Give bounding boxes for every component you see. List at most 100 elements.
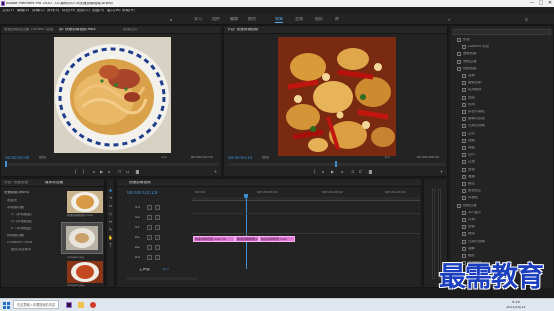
tree-team-projects[interactable]: 团队项目版本 xyxy=(11,248,31,251)
taskbar-premiere-icon[interactable] xyxy=(66,302,72,308)
effects-tree-item[interactable]: 图像控制 xyxy=(462,80,554,86)
thumbnail-3[interactable] xyxy=(67,261,103,283)
tree-drive-d[interactable]: D: (本地磁盘) xyxy=(11,220,32,223)
workspace-tab-libraries[interactable]: 库 xyxy=(335,17,339,21)
track-v3-label[interactable]: V3 xyxy=(135,206,140,210)
taskbar-search-input[interactable]: 在这里输入你要搜索的内容 xyxy=(13,300,59,309)
ripple-edit-tool-icon[interactable]: ⇔ xyxy=(108,203,113,208)
effects-tree-item[interactable]: 扭曲 xyxy=(462,95,554,101)
program-current-timecode[interactable]: 00:00:03:19 xyxy=(228,156,252,160)
effects-tree-item[interactable]: 沉浸式视频 xyxy=(462,123,554,129)
taskbar-time[interactable]: 9:16 xyxy=(512,301,520,304)
search-icon[interactable]: ⚲ xyxy=(525,17,528,22)
track-a2-label[interactable]: A2 xyxy=(135,246,140,250)
close-button[interactable]: ✕ xyxy=(546,0,554,7)
track-a3-mute[interactable] xyxy=(155,255,160,260)
pen-tool-icon[interactable]: ✎ xyxy=(108,227,113,232)
home-icon[interactable]: ⌂ xyxy=(170,17,175,22)
export-frame-icon[interactable]: ◙ xyxy=(135,169,140,174)
tab-media-browser[interactable]: 媒体浏览器 xyxy=(45,181,63,185)
menu-help[interactable]: 帮助(H) xyxy=(122,9,135,13)
tab-source[interactable]: 源: 快速剪辑视频.mp4 xyxy=(59,28,96,32)
track-v2-lock[interactable] xyxy=(147,215,152,220)
prog-step-back-icon[interactable]: ◂ xyxy=(320,169,325,174)
timeline-clip-3[interactable]: 快速剪辑视频.mp4 xyxy=(259,236,295,242)
razor-tool-icon[interactable]: ◇ xyxy=(108,211,113,216)
tree-drive-e[interactable]: E: (本地磁盘) xyxy=(11,227,32,230)
source-current-timecode[interactable]: 00:00:00:00 xyxy=(5,156,29,160)
source-resolution-select[interactable]: 1/2 xyxy=(161,156,167,160)
effects-tree-item[interactable]: 视频 xyxy=(462,138,554,144)
effects-tree-item[interactable]: 模糊与锐化 xyxy=(462,116,554,122)
track-v3-lock[interactable] xyxy=(147,205,152,210)
program-fit-select[interactable]: 适合 xyxy=(262,156,269,160)
effects-tree-item[interactable]: 溶解 xyxy=(462,246,554,252)
track-v2-eye[interactable] xyxy=(155,215,160,220)
tree-network-drives[interactable]: 网络驱动器 xyxy=(7,234,24,237)
mark-out-icon[interactable]: } xyxy=(81,169,86,174)
taskbar-browser-icon[interactable] xyxy=(90,302,96,308)
effects-tree-item[interactable]: 颜色校正 xyxy=(462,188,554,194)
prog-mark-in-icon[interactable]: { xyxy=(312,169,317,174)
source-playhead[interactable] xyxy=(5,161,7,167)
prog-play-icon[interactable]: ▶ xyxy=(330,169,335,174)
effects-tree-item[interactable]: 变换 xyxy=(462,73,554,79)
menu-clip[interactable]: 剪辑(C) xyxy=(32,9,45,13)
menu-sequence[interactable]: 序列(S) xyxy=(47,9,59,13)
extract-icon[interactable]: ⊏ xyxy=(358,169,363,174)
effects-tree-item[interactable]: 划像 xyxy=(462,224,554,230)
effects-search-field[interactable] xyxy=(453,29,551,35)
effects-tree-item[interactable]: 预设 xyxy=(457,37,551,43)
selection-tool-icon[interactable]: ▲ xyxy=(108,187,113,192)
effects-tree-item[interactable]: 音频过渡 xyxy=(457,59,551,65)
effects-tree-item[interactable]: 风格化 xyxy=(462,195,554,201)
maximize-button[interactable]: □ xyxy=(537,0,545,7)
play-icon[interactable]: ▶ xyxy=(99,169,104,174)
effects-tree-item[interactable]: 键控 xyxy=(462,181,554,187)
effects-tree-item[interactable]: 内滑 xyxy=(462,217,554,223)
effects-tree-item[interactable]: 调整 xyxy=(462,145,554,151)
slip-tool-icon[interactable]: ↔ xyxy=(108,219,113,224)
step-back-icon[interactable]: ◂ xyxy=(91,169,96,174)
timeline-timecode[interactable]: 00:00:03:19 xyxy=(127,191,158,196)
track-a1-label[interactable]: A1 xyxy=(135,236,140,240)
thumbnail-1[interactable] xyxy=(67,191,103,213)
effects-tree-item[interactable]: 杂色与颗粒 xyxy=(462,109,554,115)
timeline-ruler[interactable] xyxy=(192,197,420,201)
effects-tree-item[interactable]: 音频效果 xyxy=(457,51,551,57)
tab-program[interactable]: 节目: 快速剪辑视频 xyxy=(227,28,258,32)
timeline-zoom-scrollbar[interactable] xyxy=(127,277,197,280)
type-tool-icon[interactable]: T xyxy=(108,243,113,248)
workspace-tab-effects[interactable]: 效果 xyxy=(275,17,283,23)
source-settings-icon[interactable]: + xyxy=(213,169,218,174)
tab-audio-clip-mixer[interactable]: 音频剪辑混合器 xyxy=(4,28,29,32)
program-resolution-select[interactable]: 1/2 xyxy=(384,156,390,160)
tab-sequence[interactable]: 快速剪辑视频 xyxy=(129,181,151,185)
track-a1-mute[interactable] xyxy=(155,235,160,240)
effects-tree-item[interactable]: 视频过渡 xyxy=(457,203,551,209)
overwrite-icon[interactable]: ⊔ xyxy=(125,169,130,174)
menu-view[interactable]: 视图(V) xyxy=(92,9,104,13)
menu-marker[interactable]: 标记(M) xyxy=(62,9,75,13)
timeline-clip-1[interactable]: 快速剪辑视频.mp4 [V] xyxy=(193,236,235,242)
effects-tree-item[interactable]: 时间 xyxy=(462,102,554,108)
effects-tree-item[interactable]: 透视 xyxy=(462,167,554,173)
source-scrubber[interactable] xyxy=(5,163,219,166)
master-volume-value[interactable]: 0.0 xyxy=(163,268,169,272)
effects-tree-item[interactable]: 视频效果 xyxy=(457,66,551,72)
step-forward-icon[interactable]: ▸ xyxy=(107,169,112,174)
track-a2-mute[interactable] xyxy=(155,245,160,250)
track-a3-label[interactable]: A3 xyxy=(135,256,140,260)
track-v1-label[interactable]: V1 xyxy=(135,226,140,230)
effects-tree-item[interactable]: 擦除 xyxy=(462,231,554,237)
lift-icon[interactable]: ⊐ xyxy=(350,169,355,174)
track-a1-lock[interactable] xyxy=(147,235,152,240)
menu-edit[interactable]: 编辑(E) xyxy=(17,9,29,13)
track-a3-lock[interactable] xyxy=(147,255,152,260)
track-v3-eye[interactable] xyxy=(155,205,160,210)
workspace-tab-audio[interactable]: 音频 xyxy=(295,17,303,21)
hand-tool-icon[interactable]: ✋ xyxy=(108,235,113,240)
effects-tree-item[interactable]: 3D 运动 xyxy=(462,210,554,216)
minimize-button[interactable]: — xyxy=(528,0,536,7)
taskbar-date[interactable]: 2021/10/15 xyxy=(506,306,526,309)
